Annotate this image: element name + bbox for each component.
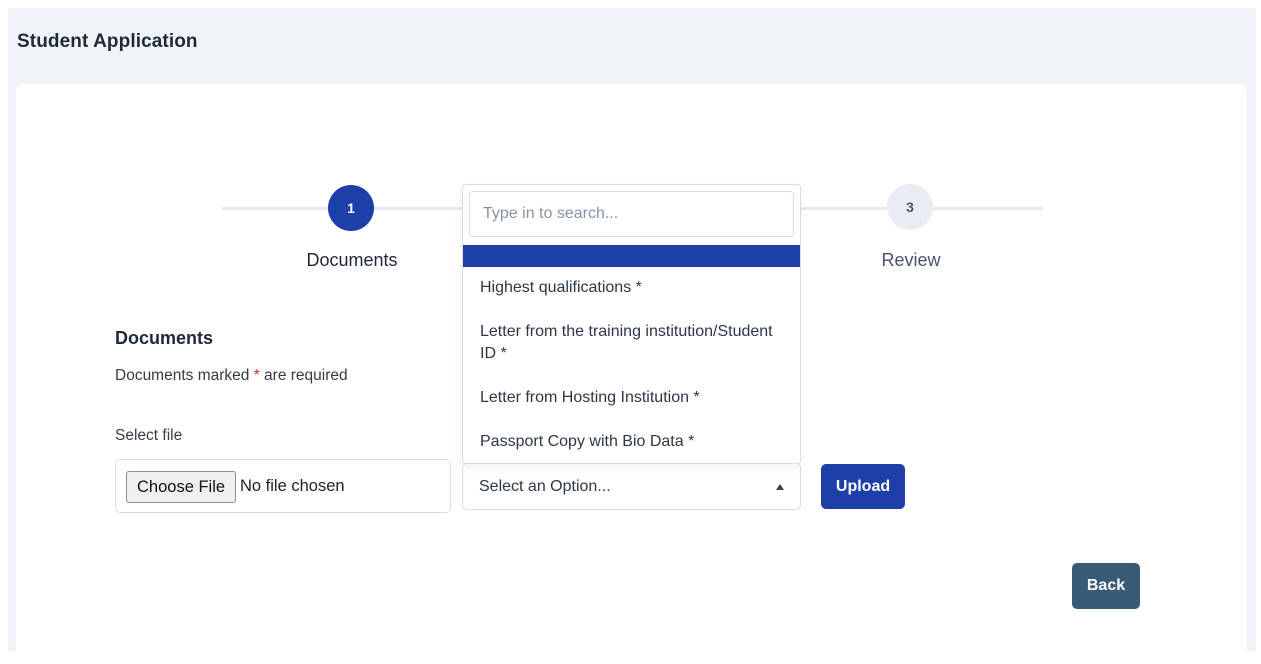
- dropdown-option-passport-copy[interactable]: Passport Copy with Bio Data *: [480, 431, 780, 453]
- select-placeholder: Select an Option...: [479, 478, 611, 495]
- step-label-documents: Documents: [306, 250, 398, 270]
- back-button[interactable]: Back: [1072, 563, 1140, 609]
- step-circle-review[interactable]: 3: [887, 184, 933, 230]
- required-note-suffix: are required: [259, 367, 348, 384]
- dropdown-option-hosting-institution-letter[interactable]: Letter from Hosting Institution *: [480, 387, 780, 409]
- step-label-review: Review: [881, 250, 941, 270]
- documents-section-title: Documents: [115, 328, 214, 348]
- document-type-select[interactable]: Select an Option...: [462, 463, 801, 510]
- dropdown-option-highlighted[interactable]: [463, 245, 800, 267]
- upload-button[interactable]: Upload: [821, 464, 905, 509]
- caret-up-icon[interactable]: [776, 484, 784, 490]
- file-status-text: No file chosen: [240, 477, 345, 495]
- file-input[interactable]: Choose File No file chosen: [115, 459, 451, 513]
- page-title: Student Application: [17, 31, 198, 52]
- dropdown-search-input[interactable]: [469, 191, 794, 237]
- required-note-prefix: Documents marked: [115, 367, 254, 384]
- select-file-label: Select file: [115, 427, 183, 444]
- document-type-dropdown: Highest qualifications * Letter from the…: [462, 184, 801, 464]
- choose-file-button[interactable]: Choose File: [126, 471, 237, 503]
- dropdown-option-training-institution-letter[interactable]: Letter from the training institution/Stu…: [480, 321, 780, 365]
- required-note: Documents marked * are required: [115, 367, 348, 385]
- dropdown-option-highest-qualifications[interactable]: Highest qualifications *: [480, 277, 780, 299]
- step-circle-documents[interactable]: 1: [328, 185, 374, 231]
